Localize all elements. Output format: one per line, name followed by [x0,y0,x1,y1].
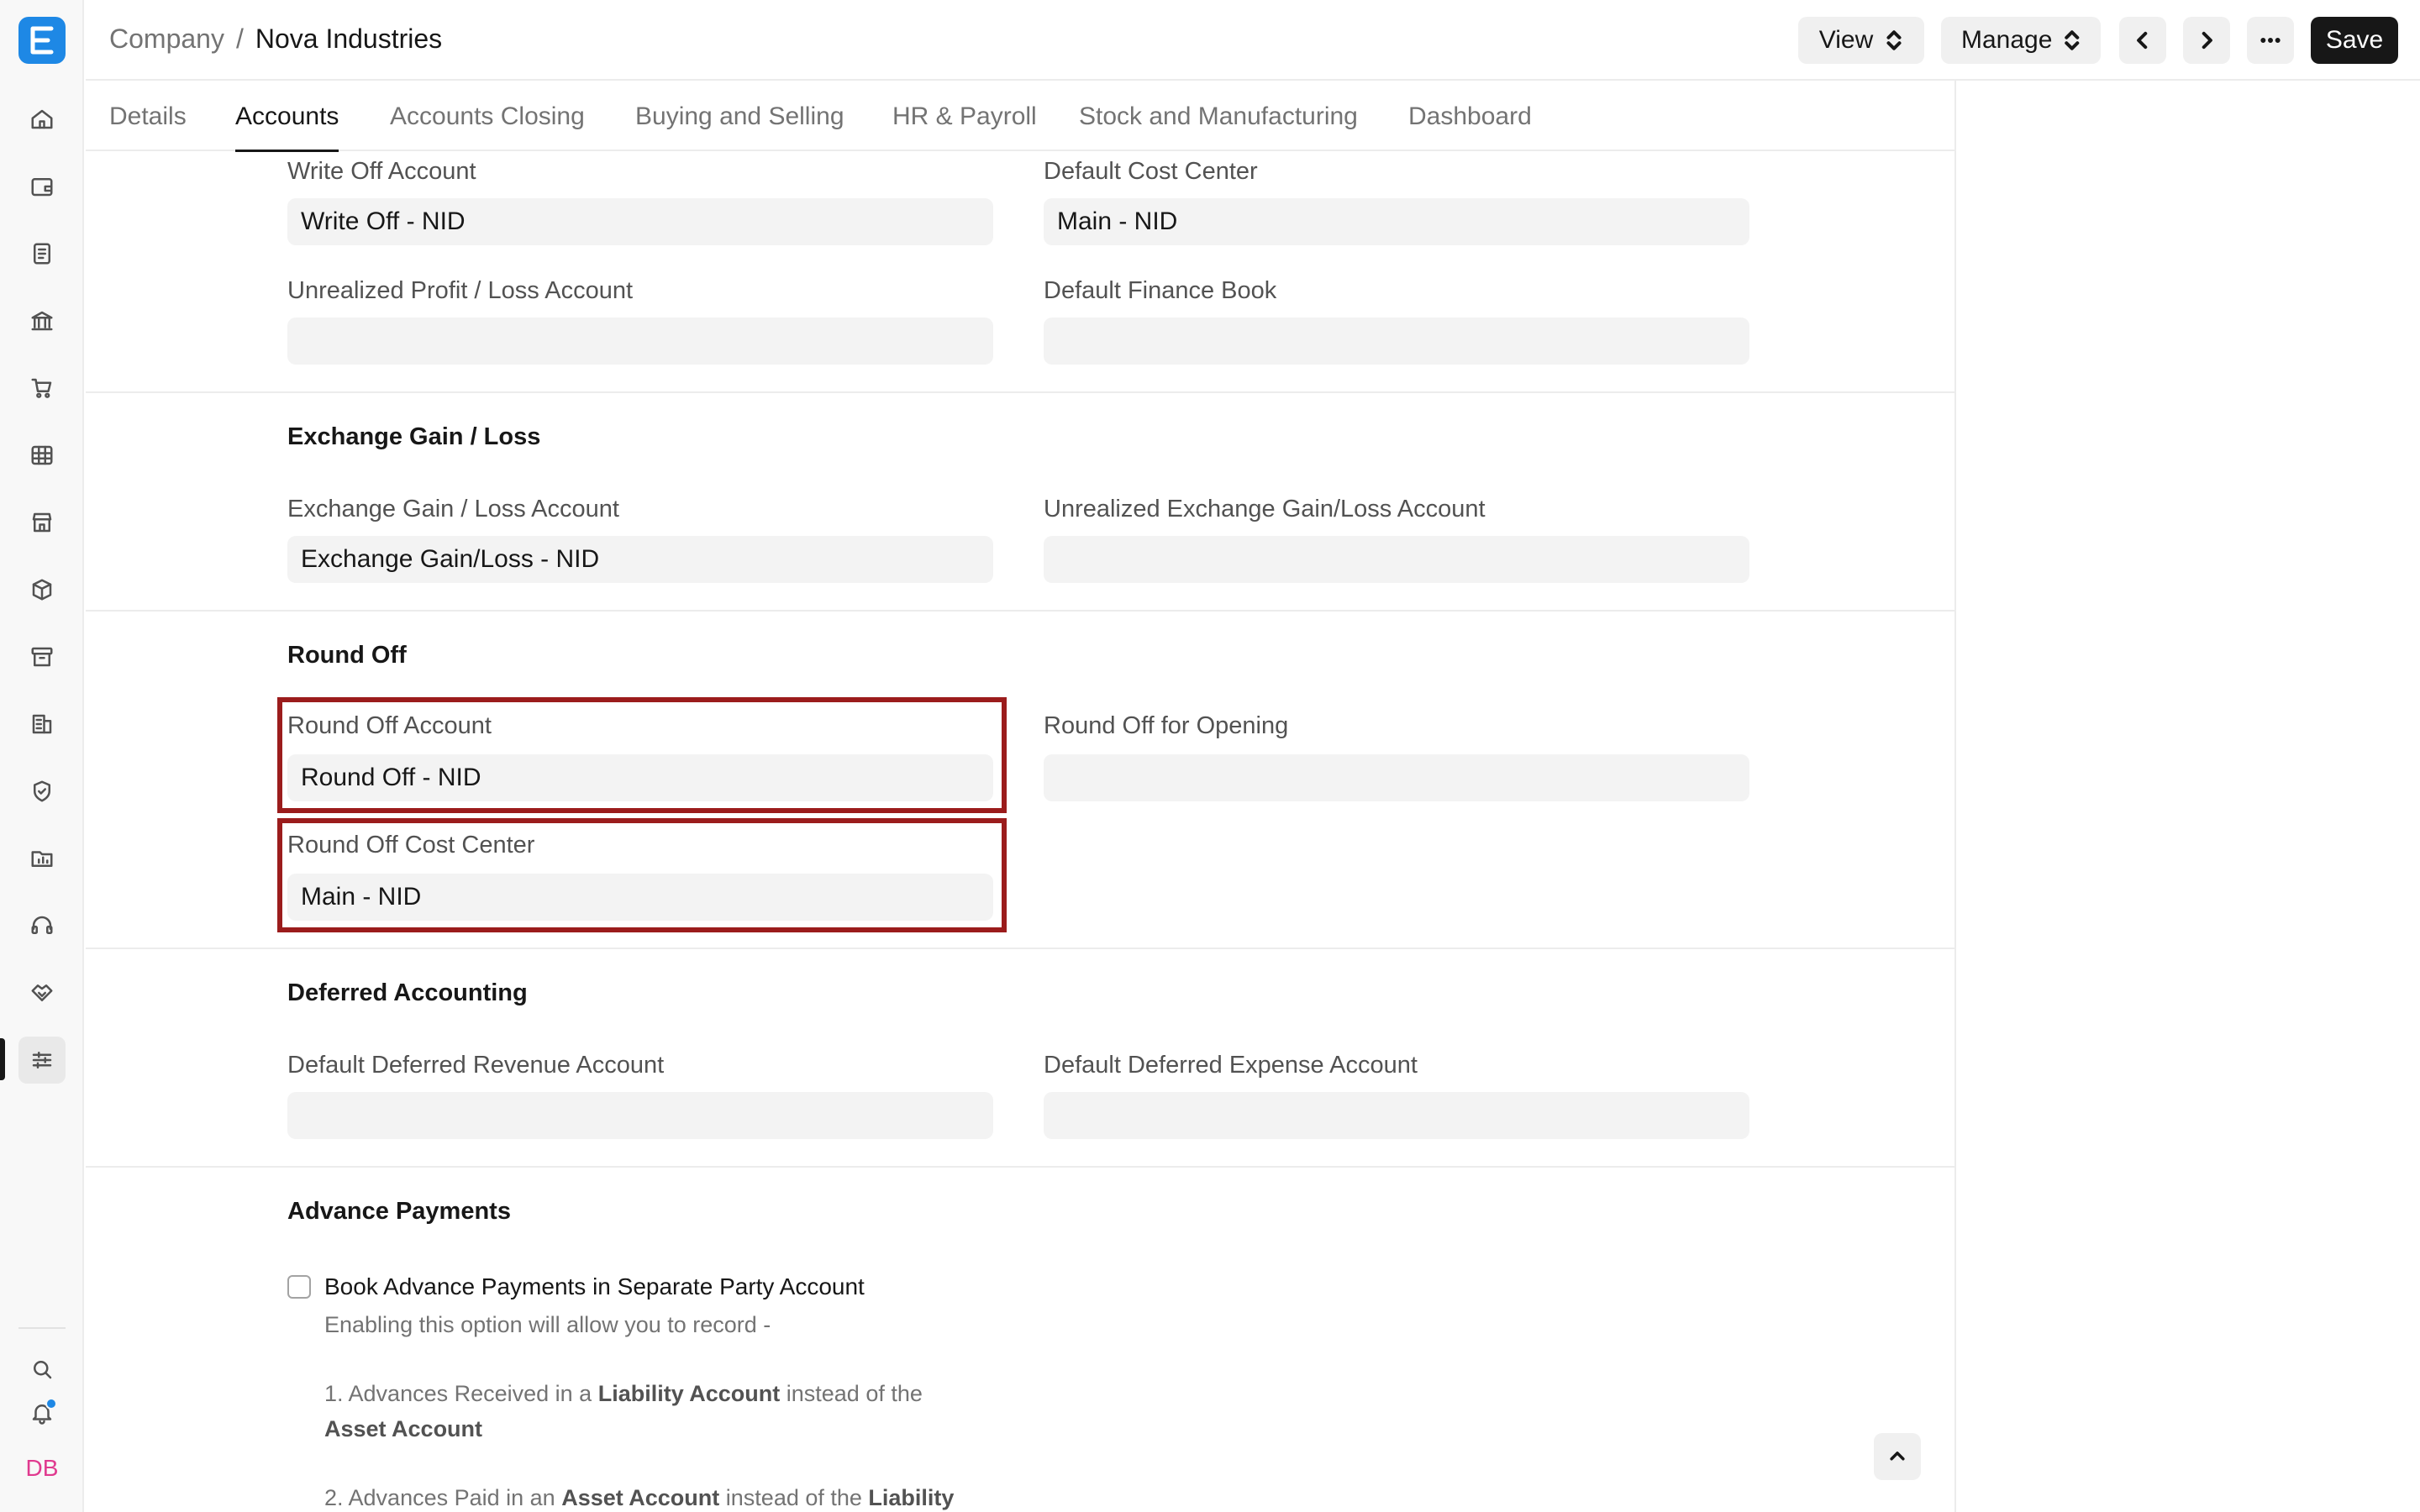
section-divider [86,948,1954,949]
round-off-cost-center-label: Round Off Cost Center [287,832,535,858]
sidebar-divider [18,1327,66,1329]
exchange-section-heading[interactable]: Exchange Gain / Loss [287,423,540,451]
default-cost-center-label: Default Cost Center [1044,158,1258,185]
advance-desc-line1-b: Liability Account [597,1381,781,1406]
notification-dot [45,1398,57,1410]
ellipsis-icon [2260,38,2281,43]
chevron-left-icon [2137,31,2148,50]
avatar[interactable]: DB [18,1445,66,1492]
folder-chart-icon[interactable] [18,835,66,882]
advance-desc-line2-b: Asset Account [561,1485,720,1510]
form-tabs: Details Accounts Accounts Closing Buying… [86,81,1956,152]
section-divider [86,1166,1954,1168]
advance-desc-line2: 2. Advances Paid in an Asset Account ins… [324,1485,954,1511]
store-icon[interactable] [18,499,66,546]
archive-icon[interactable] [18,633,66,680]
bell-icon[interactable] [18,1389,66,1436]
building-icon[interactable] [18,701,66,748]
advance-desc-line1-a: 1. Advances Received in a [324,1381,592,1406]
chevron-updown-icon [1886,30,1902,50]
advance-desc-line1-c: instead of the [786,1381,923,1406]
headset-icon[interactable] [18,902,66,949]
tab-hr-payroll[interactable]: HR & Payroll [892,102,1037,150]
advance-desc-line1-d: Asset Account [324,1416,483,1441]
view-button-label: View [1818,26,1874,54]
handshake-icon[interactable] [18,969,66,1016]
advance-desc-line1: 1. Advances Received in a Liability Acco… [324,1381,923,1407]
cart-icon[interactable] [18,365,66,412]
manage-button[interactable]: Manage [1941,17,2101,64]
chevron-up-icon [1890,1452,1905,1461]
section-divider [86,610,1954,612]
advance-desc-line1-cont: Asset Account [324,1416,482,1442]
unrealized-pl-account-label: Unrealized Profit / Loss Account [287,277,634,304]
tab-stock-and-manufacturing[interactable]: Stock and Manufacturing [1079,102,1358,150]
deferred-section-heading[interactable]: Deferred Accounting [287,979,528,1007]
exchange-account-label: Exchange Gain / Loss Account [287,496,619,522]
breadcrumb-parent[interactable]: Company [109,24,224,55]
deferred-revenue-input[interactable] [287,1092,993,1139]
app-logo-icon[interactable] [18,17,66,64]
tab-buying-and-selling[interactable]: Buying and Selling [635,102,844,150]
more-actions-button[interactable] [2247,17,2294,64]
sidebar: DB [0,0,84,1512]
table-icon[interactable] [18,432,66,479]
scroll-to-top-button[interactable] [1874,1433,1921,1480]
breadcrumb-current: Nova Industries [255,24,443,54]
deferred-expense-label: Default Deferred Expense Account [1044,1052,1418,1079]
breadcrumb-separator: / [235,24,244,54]
tab-details[interactable]: Details [109,102,187,150]
view-button[interactable]: View [1798,17,1924,64]
home-icon[interactable] [18,96,66,143]
unrealized-pl-account-input[interactable] [287,318,993,365]
page-header: Company / Nova Industries View Manage Sa… [86,0,2420,81]
manage-button-label: Manage [1961,26,2053,54]
shield-icon[interactable] [18,768,66,815]
advance-payments-checkbox-label[interactable]: Book Advance Payments in Separate Party … [324,1273,865,1300]
advance-desc-line2-a: 2. Advances Paid in an [324,1485,555,1510]
default-cost-center-input[interactable]: Main - NID [1044,198,1749,245]
advance-desc-line2-c: instead of the [725,1485,862,1510]
search-icon[interactable] [18,1346,66,1393]
section-divider [86,391,1954,393]
active-indicator [0,1038,5,1080]
next-record-button[interactable] [2183,17,2230,64]
form-content: Write Off Account Write Off - NID Defaul… [86,151,1956,1512]
exchange-account-input[interactable]: Exchange Gain/Loss - NID [287,536,993,583]
sliders-icon[interactable] [18,1037,66,1084]
save-button[interactable]: Save [2311,17,2398,64]
round-off-account-input[interactable]: Round Off - NID [287,754,993,801]
advance-desc-intro: Enabling this option will allow you to r… [324,1312,771,1337]
bank-icon[interactable] [18,297,66,344]
chevron-updown-icon [2065,30,2080,50]
box-icon[interactable] [18,566,66,613]
chevron-right-icon [2202,31,2212,50]
deferred-expense-input[interactable] [1044,1092,1749,1139]
write-off-account-input[interactable]: Write Off - NID [287,198,993,245]
unrealized-exchange-label: Unrealized Exchange Gain/Loss Account [1044,496,1486,522]
advance-section-heading[interactable]: Advance Payments [287,1198,511,1226]
tab-accounts[interactable]: Accounts [235,102,339,152]
breadcrumb: Company / Nova Industries [109,24,442,55]
round-off-opening-label: Round Off for Opening [1044,712,1289,739]
round-off-cost-center-input[interactable]: Main - NID [287,874,993,921]
prev-record-button[interactable] [2119,17,2166,64]
tab-accounts-closing[interactable]: Accounts Closing [390,102,585,150]
round-off-opening-input[interactable] [1044,754,1749,801]
write-off-account-label: Write Off Account [287,158,476,185]
deferred-revenue-label: Default Deferred Revenue Account [287,1052,665,1079]
document-icon[interactable] [18,230,66,277]
advance-payments-checkbox[interactable] [287,1275,311,1299]
wallet-icon[interactable] [18,163,66,210]
advance-desc-line2-d: Liability [868,1485,955,1510]
round-off-account-label: Round Off Account [287,712,492,739]
default-finance-book-label: Default Finance Book [1044,277,1277,304]
unrealized-exchange-input[interactable] [1044,536,1749,583]
round-off-section-heading[interactable]: Round Off [287,642,407,669]
tab-dashboard[interactable]: Dashboard [1408,102,1532,150]
default-finance-book-input[interactable] [1044,318,1749,365]
